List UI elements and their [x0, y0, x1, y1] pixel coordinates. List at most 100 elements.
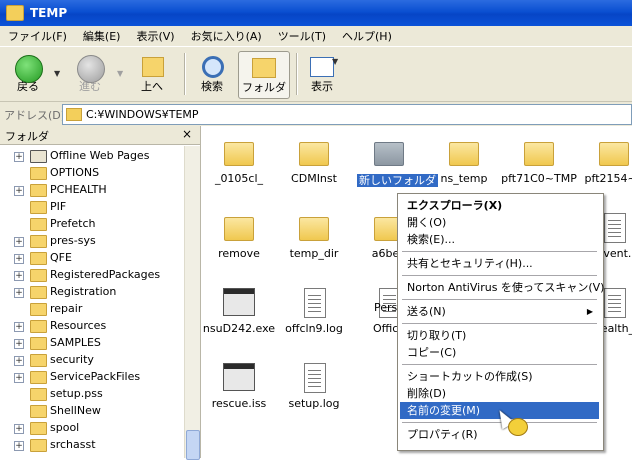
tree-item[interactable]: + SAMPLES: [0, 335, 184, 352]
folder-icon: [299, 217, 329, 241]
file-item[interactable]: CDMInst: [274, 130, 354, 190]
file-item-label: rescue.iss: [211, 397, 267, 410]
context-menu-item[interactable]: ショートカットの作成(S): [400, 368, 599, 385]
window-title: TEMP: [30, 6, 68, 20]
context-menu-item[interactable]: 共有とセキュリティ(H)...: [400, 255, 599, 272]
tree-item[interactable]: + security: [0, 352, 184, 369]
tree-item[interactable]: PIF: [0, 199, 184, 216]
menu-file[interactable]: ファイル(F): [0, 28, 75, 44]
menu-tools[interactable]: ツール(T): [270, 28, 334, 44]
expand-icon[interactable]: +: [14, 186, 24, 196]
address-bar: アドレス(D) C:¥WINDOWS¥TEMP: [0, 102, 632, 126]
expand-icon[interactable]: +: [14, 424, 24, 434]
file-item-label: temp_dir: [289, 247, 339, 260]
context-menu-item[interactable]: 切り取り(T): [400, 327, 599, 344]
address-input[interactable]: C:¥WINDOWS¥TEMP: [62, 104, 632, 125]
menu-edit[interactable]: 編集(E): [75, 28, 129, 44]
tree-item-label: Offline Web Pages: [50, 149, 150, 162]
tree-item[interactable]: setup.pss: [0, 386, 184, 403]
folders-label: フォルダ: [242, 81, 286, 94]
tree-item-label: pres-sys: [50, 234, 96, 247]
up-button[interactable]: 上へ: [132, 51, 172, 97]
tree-item-label: srchasst: [50, 438, 96, 451]
tree-item[interactable]: repair: [0, 301, 184, 318]
expand-icon[interactable]: +: [14, 373, 24, 383]
expand-icon[interactable]: +: [14, 152, 24, 162]
folder-tree-scrollbar[interactable]: [184, 146, 200, 460]
tree-item[interactable]: + spool: [0, 420, 184, 437]
tree-item[interactable]: + Registration: [0, 284, 184, 301]
file-item[interactable]: offcln9.log: [274, 280, 354, 340]
file-item-label: setup.log: [288, 397, 340, 410]
file-item[interactable]: rescue.iss: [201, 355, 279, 415]
file-item[interactable]: pft2154~T: [574, 130, 632, 190]
folder-icon: [30, 303, 47, 316]
tree-item[interactable]: + Resources: [0, 318, 184, 335]
menu-favorites[interactable]: お気に入り(A): [183, 28, 270, 44]
tree-item[interactable]: + srchasst: [0, 437, 184, 454]
file-item[interactable]: temp_dir: [274, 205, 354, 265]
scrollbar-thumb[interactable]: [186, 430, 200, 460]
toolbar-separator: [184, 53, 186, 95]
close-icon[interactable]: ×: [182, 127, 192, 141]
folders-button[interactable]: フォルダ: [238, 51, 290, 99]
expand-icon[interactable]: +: [14, 237, 24, 247]
forward-dropdown-icon[interactable]: ▼: [117, 69, 123, 78]
context-menu-item[interactable]: 削除(D): [400, 385, 599, 402]
context-menu-item[interactable]: 送る(N) ▶: [400, 303, 599, 320]
file-item[interactable]: _0105cl_: [201, 130, 279, 190]
context-menu-item-label: 共有とセキュリティ(H)...: [407, 257, 533, 270]
tree-item[interactable]: + QFE: [0, 250, 184, 267]
views-dropdown-icon[interactable]: ▼: [332, 57, 338, 66]
expand-icon[interactable]: +: [14, 322, 24, 332]
tree-item[interactable]: + Offline Web Pages: [0, 148, 184, 165]
document-icon: [304, 363, 326, 393]
context-menu-item[interactable]: エクスプローラ(X): [400, 197, 599, 214]
context-menu-item[interactable]: 開く(O): [400, 214, 599, 231]
search-button[interactable]: 検索: [192, 51, 232, 97]
tree-item[interactable]: + pres-sys: [0, 233, 184, 250]
expand-icon[interactable]: +: [14, 441, 24, 451]
context-menu-item[interactable]: プロパティ(R): [400, 426, 599, 443]
menu-separator: [402, 364, 597, 365]
context-menu-item-label: 削除(D): [407, 387, 447, 400]
up-folder-icon: [142, 57, 164, 77]
tree-item[interactable]: + ServicePackFiles: [0, 369, 184, 386]
tree-item[interactable]: OPTIONS: [0, 165, 184, 182]
forward-arrow-icon: [77, 55, 105, 83]
menu-help[interactable]: ヘルプ(H): [334, 28, 400, 44]
file-item[interactable]: 新しいフォルダ: [349, 130, 438, 190]
expand-icon[interactable]: +: [14, 288, 24, 298]
expand-icon[interactable]: +: [14, 254, 24, 264]
file-item[interactable]: nsuD242.exe: [201, 280, 279, 340]
folder-icon: [299, 142, 329, 166]
context-menu-item[interactable]: 検索(E)...: [400, 231, 599, 248]
folder-icon: [30, 235, 47, 248]
tree-item[interactable]: + PCHEALTH: [0, 182, 184, 199]
forward-button[interactable]: 進む: [70, 51, 110, 97]
menu-view[interactable]: 表示(V): [128, 28, 182, 44]
file-item[interactable]: remove: [201, 205, 279, 265]
context-menu-item[interactable]: コピー(C): [400, 344, 599, 361]
back-button[interactable]: 戻る: [8, 51, 48, 97]
tree-item[interactable]: ShellNew: [0, 403, 184, 420]
folder-icon: [30, 252, 47, 265]
folders-icon: [252, 58, 276, 78]
title-bar[interactable]: TEMP: [0, 0, 632, 26]
expand-icon[interactable]: +: [14, 271, 24, 281]
back-dropdown-icon[interactable]: ▼: [54, 69, 60, 78]
folder-icon: [224, 142, 254, 166]
file-item[interactable]: setup.log: [274, 355, 354, 415]
context-menu-item-label: 送る(N): [407, 305, 446, 318]
expand-icon[interactable]: +: [14, 356, 24, 366]
file-item[interactable]: ns_temp: [424, 130, 504, 190]
tree-item[interactable]: + RegisteredPackages: [0, 267, 184, 284]
tree-item-label: PIF: [50, 200, 67, 213]
expand-icon[interactable]: +: [14, 339, 24, 349]
file-item[interactable]: pft71C0~TMP: [499, 130, 579, 190]
folder-icon: [30, 150, 47, 163]
tree-item[interactable]: Prefetch: [0, 216, 184, 233]
tree-item-label: ServicePackFiles: [50, 370, 141, 383]
context-menu-item[interactable]: Norton AntiVirus を使ってスキャン(V): [400, 279, 604, 296]
file-item-label: pft71C0~TMP: [501, 172, 577, 185]
